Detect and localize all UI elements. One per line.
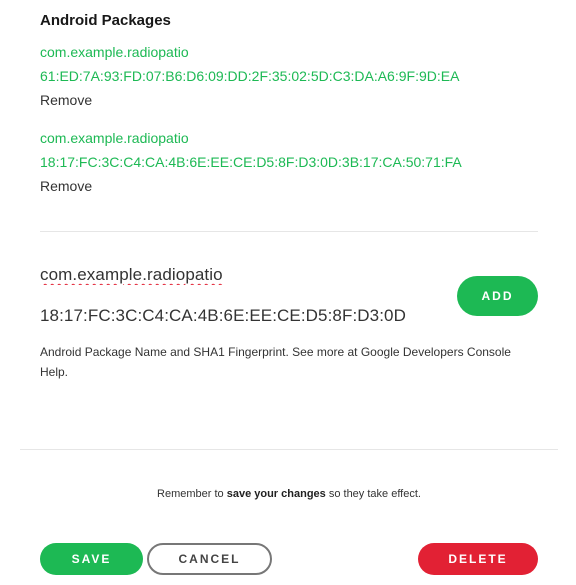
sha1-fingerprint-input[interactable] xyxy=(40,304,448,328)
divider xyxy=(40,231,538,232)
package-name-input[interactable] xyxy=(40,263,448,287)
remove-package-link[interactable]: Remove xyxy=(40,174,540,198)
divider xyxy=(20,449,558,450)
help-text: Android Package Name and SHA1 Fingerprin… xyxy=(40,345,511,379)
package-name: com.example.radiopatio xyxy=(40,130,189,146)
package-item: com.example.radiopatio 61:ED:7A:93:FD:07… xyxy=(40,40,540,112)
package-item: com.example.radiopatio 18:17:FC:3C:C4:CA… xyxy=(40,126,540,198)
delete-button[interactable]: DELETE xyxy=(418,543,538,575)
remove-package-link[interactable]: Remove xyxy=(40,88,540,112)
package-sha1: 18:17:FC:3C:C4:CA:4B:6E:EE:CE:D5:8F:D3:0… xyxy=(40,154,462,170)
save-reminder: Remember to save your changes so they ta… xyxy=(0,488,576,500)
cancel-button[interactable]: CANCEL xyxy=(147,543,272,575)
reminder-emphasis: save your changes xyxy=(226,488,326,500)
reminder-prefix: Remember to xyxy=(157,488,227,500)
save-button[interactable]: SAVE xyxy=(40,543,143,575)
section-title: Android Packages xyxy=(40,12,171,29)
add-package-button[interactable]: ADD xyxy=(457,276,538,316)
package-sha1: 61:ED:7A:93:FD:07:B6:D6:09:DD:2F:35:02:5… xyxy=(40,68,460,84)
reminder-suffix: so they take effect. xyxy=(325,488,421,500)
package-name: com.example.radiopatio xyxy=(40,44,189,60)
